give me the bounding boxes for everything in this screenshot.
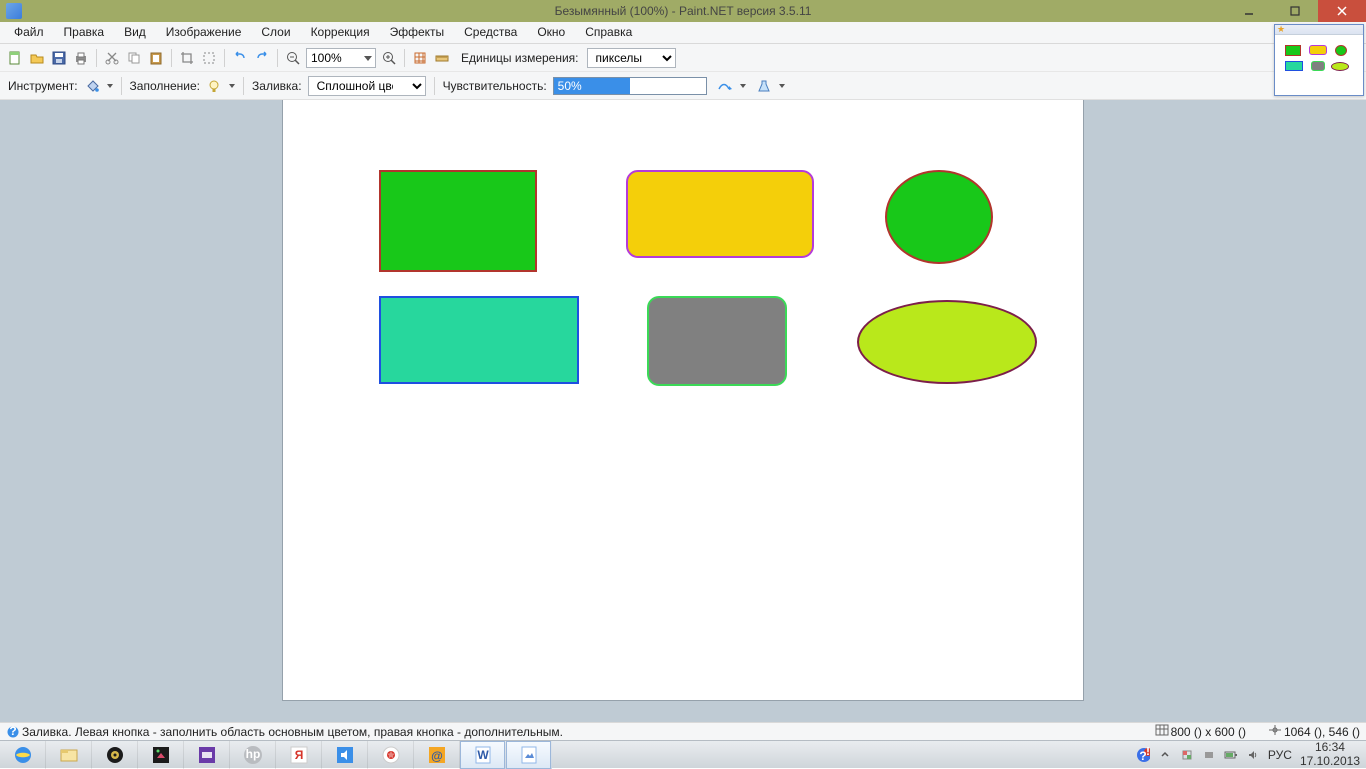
window-maximize-button[interactable] bbox=[1272, 0, 1318, 22]
taskbar-sound-button[interactable] bbox=[322, 741, 368, 769]
canvas-shape bbox=[647, 296, 787, 386]
paste-button[interactable] bbox=[147, 49, 165, 67]
status-cursor-pos: 1064 (), 546 () bbox=[1284, 725, 1360, 739]
app-icon bbox=[6, 3, 22, 19]
tray-time: 16:34 bbox=[1300, 741, 1360, 754]
zoom-in-button[interactable] bbox=[380, 49, 398, 67]
svg-text:?: ? bbox=[1139, 749, 1146, 763]
taskbar-app1-button[interactable] bbox=[138, 741, 184, 769]
menu-view[interactable]: Вид bbox=[114, 22, 156, 43]
sensitivity-label: Чувствительность: bbox=[443, 79, 547, 93]
menu-correction[interactable]: Коррекция bbox=[301, 22, 380, 43]
zoom-input[interactable] bbox=[306, 48, 376, 68]
menu-file[interactable]: Файл bbox=[4, 22, 54, 43]
modified-indicator-icon: ★ bbox=[1277, 24, 1285, 35]
window-minimize-button[interactable] bbox=[1226, 0, 1272, 22]
statusbar: ? Заливка. Левая кнопка - заполнить обла… bbox=[0, 722, 1366, 740]
taskbar-app2-button[interactable] bbox=[184, 741, 230, 769]
new-file-button[interactable] bbox=[6, 49, 24, 67]
main-toolbar: Единицы измерения: пикселы bbox=[0, 44, 1366, 72]
fillmode-label: Заполнение: bbox=[130, 79, 200, 93]
cut-button[interactable] bbox=[103, 49, 121, 67]
system-tray: !? РУС 16:34 17.10.2013 bbox=[1136, 741, 1366, 767]
svg-text:Я: Я bbox=[294, 748, 303, 762]
status-hint: Заливка. Левая кнопка - заполнить област… bbox=[22, 725, 563, 739]
tray-date: 17.10.2013 bbox=[1300, 755, 1360, 768]
menubar: Файл Правка Вид Изображение Слои Коррекц… bbox=[0, 22, 1366, 44]
workspace[interactable] bbox=[0, 100, 1366, 722]
taskbar-word-button[interactable]: W bbox=[460, 741, 506, 769]
menu-image[interactable]: Изображение bbox=[156, 22, 252, 43]
svg-text:hp: hp bbox=[245, 747, 260, 761]
units-select[interactable]: пикселы bbox=[587, 48, 676, 68]
taskbar-yandex-button[interactable]: Я bbox=[276, 741, 322, 769]
ruler-button[interactable] bbox=[433, 49, 451, 67]
save-button[interactable] bbox=[50, 49, 68, 67]
canvas-shape bbox=[857, 300, 1037, 384]
canvas-shape bbox=[885, 170, 993, 264]
windows-taskbar: hp Я @ W !? РУС 16:34 17.10.2013 bbox=[0, 740, 1366, 768]
tray-device-icon[interactable] bbox=[1202, 748, 1216, 762]
canvas-shape bbox=[379, 170, 537, 272]
tray-volume-icon[interactable] bbox=[1246, 748, 1260, 762]
units-label: Единицы измерения: bbox=[461, 51, 579, 65]
crop-button[interactable] bbox=[178, 49, 196, 67]
flask-icon[interactable] bbox=[756, 78, 772, 94]
taskbar-paintnet-button[interactable] bbox=[506, 741, 552, 769]
tray-clock[interactable]: 16:34 17.10.2013 bbox=[1300, 741, 1360, 767]
canvas-shape bbox=[379, 296, 579, 384]
menu-help[interactable]: Справка bbox=[575, 22, 642, 43]
taskbar-media-button[interactable] bbox=[92, 741, 138, 769]
svg-text:@: @ bbox=[431, 749, 443, 763]
tray-battery-icon[interactable] bbox=[1224, 748, 1238, 762]
taskbar-mail-button[interactable]: @ bbox=[414, 741, 460, 769]
tray-flag-icon[interactable] bbox=[1180, 748, 1194, 762]
taskbar-explorer-button[interactable] bbox=[46, 741, 92, 769]
grid-button[interactable] bbox=[411, 49, 429, 67]
titlebar: Безымянный (100%) - Paint.NET версия 3.5… bbox=[0, 0, 1366, 22]
tray-chevron-icon[interactable] bbox=[1158, 748, 1172, 762]
lightbulb-icon[interactable] bbox=[206, 78, 222, 94]
status-canvas-size: 800 () x 600 () bbox=[1171, 725, 1246, 739]
paint-bucket-icon[interactable] bbox=[84, 78, 100, 94]
sensitivity-slider[interactable]: 50% bbox=[553, 77, 707, 95]
tray-language[interactable]: РУС bbox=[1268, 748, 1292, 762]
svg-text:W: W bbox=[477, 748, 489, 762]
menu-edit[interactable]: Правка bbox=[54, 22, 115, 43]
taskbar-hp-button[interactable]: hp bbox=[230, 741, 276, 769]
fill-type-select[interactable]: Сплошной цвет bbox=[308, 76, 426, 96]
tool-options-toolbar: Инструмент: Заполнение: Заливка: Сплошно… bbox=[0, 72, 1366, 100]
menu-layers[interactable]: Слои bbox=[251, 22, 300, 43]
taskbar-browser-button[interactable] bbox=[368, 741, 414, 769]
fill-label: Заливка: bbox=[252, 79, 302, 93]
menu-tools[interactable]: Средства bbox=[454, 22, 527, 43]
window-title: Безымянный (100%) - Paint.NET версия 3.5… bbox=[0, 4, 1366, 18]
document-thumbnail[interactable] bbox=[1275, 35, 1363, 95]
sensitivity-value: 50% bbox=[554, 79, 582, 93]
canvas[interactable] bbox=[283, 100, 1083, 700]
cursor-pos-icon bbox=[1268, 724, 1282, 736]
zoom-out-button[interactable] bbox=[284, 49, 302, 67]
window-close-button[interactable] bbox=[1318, 0, 1366, 22]
deselect-button[interactable] bbox=[200, 49, 218, 67]
copy-button[interactable] bbox=[125, 49, 143, 67]
canvas-size-icon bbox=[1155, 724, 1169, 736]
undo-button[interactable] bbox=[231, 49, 249, 67]
taskbar-ie-button[interactable] bbox=[0, 741, 46, 769]
menu-effects[interactable]: Эффекты bbox=[380, 22, 455, 43]
svg-text:?: ? bbox=[9, 726, 16, 738]
instrument-label: Инструмент: bbox=[8, 79, 78, 93]
document-thumbnail-panel[interactable]: ★ bbox=[1274, 24, 1364, 96]
redo-button[interactable] bbox=[253, 49, 271, 67]
canvas-shape bbox=[626, 170, 814, 258]
tray-help-icon[interactable]: !? bbox=[1136, 748, 1150, 762]
help-icon: ? bbox=[6, 726, 20, 738]
open-file-button[interactable] bbox=[28, 49, 46, 67]
contiguous-icon[interactable] bbox=[717, 78, 733, 94]
menu-window[interactable]: Окно bbox=[527, 22, 575, 43]
print-button[interactable] bbox=[72, 49, 90, 67]
